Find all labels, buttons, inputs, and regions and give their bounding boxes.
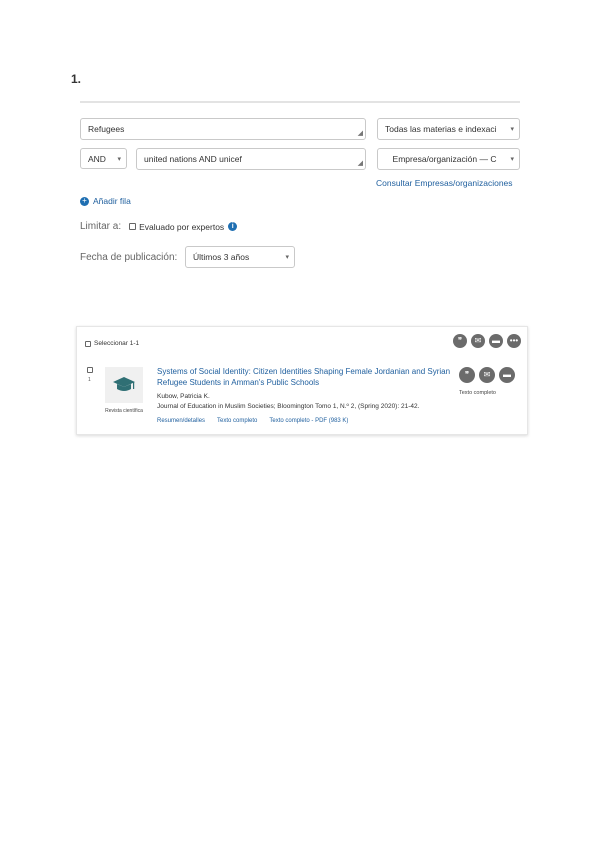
- results-toolbar: ❞ ✉ ▬ •••: [453, 334, 521, 348]
- search-field-value-2: Empresa/organización — C: [392, 154, 497, 164]
- step-number: 1.: [71, 72, 82, 86]
- full-text-label: Texto completo: [459, 390, 496, 396]
- search-term-value-1: Refugees: [88, 124, 125, 134]
- publication-date-value: Últimos 3 años: [193, 252, 250, 262]
- search-field-select-1[interactable]: Todas las materias e indexaci ▾: [377, 118, 520, 140]
- email-icon[interactable]: ✉: [479, 367, 495, 383]
- quote-icon[interactable]: ❞: [459, 367, 475, 383]
- select-all-label: Seleccionar 1-1: [94, 340, 140, 347]
- publication-date-label: Fecha de publicación:: [80, 252, 178, 263]
- save-icon[interactable]: ▬: [489, 334, 503, 348]
- resize-grip-icon: ◢: [357, 130, 363, 137]
- result-actions: ❞ ✉ ▬: [459, 367, 515, 383]
- quote-icon[interactable]: ❞: [453, 334, 467, 348]
- limit-label: Limitar a:: [80, 221, 122, 232]
- consult-organizations-link[interactable]: Consultar Empresas/organizaciones: [376, 178, 513, 188]
- abstract-details-link[interactable]: Resumen/detalles: [157, 418, 205, 424]
- result-title-link[interactable]: Systems of Social Identity: Citizen Iden…: [157, 366, 457, 388]
- peer-reviewed-label[interactable]: Evaluado por expertos: [139, 222, 224, 232]
- info-icon[interactable]: i: [228, 222, 238, 231]
- full-text-link[interactable]: Texto completo: [217, 418, 257, 424]
- plus-circle-icon: +: [80, 196, 89, 206]
- chevron-down-icon: ▾: [285, 254, 289, 261]
- search-field-value-1: Todas las materias e indexaci: [385, 124, 497, 134]
- publication-date-select[interactable]: Últimos 3 años ▾: [185, 246, 295, 268]
- result-links: Resumen/detalles Texto completo Texto co…: [157, 418, 348, 424]
- full-text-pdf-link[interactable]: Texto completo - PDF (983 K): [269, 418, 348, 424]
- chevron-down-icon: ▾: [510, 156, 514, 163]
- search-term-input-1[interactable]: Refugees ◢: [80, 118, 366, 140]
- result-index: 1: [88, 377, 91, 383]
- resize-grip-icon: ◢: [357, 160, 363, 167]
- save-icon[interactable]: ▬: [499, 367, 515, 383]
- result-author: Kubow, Patricia K.: [157, 393, 210, 400]
- add-row-button[interactable]: + Añadir fila: [80, 196, 131, 206]
- email-icon[interactable]: ✉: [471, 334, 485, 348]
- select-all-checkbox[interactable]: [85, 340, 91, 347]
- limit-row: Limitar a: Evaluado por expertos i: [80, 221, 238, 232]
- chevron-down-icon: ▾: [117, 155, 121, 163]
- peer-reviewed-checkbox[interactable]: [129, 223, 137, 230]
- divider: [80, 101, 520, 103]
- boolean-operator-select[interactable]: AND ▾: [80, 148, 127, 169]
- results-card: Seleccionar 1-1 ❞ ✉ ▬ ••• 1 Revista cien…: [76, 326, 528, 435]
- document-type-thumbnail[interactable]: [105, 367, 143, 403]
- search-field-select-2[interactable]: Empresa/organización — C ▾: [377, 148, 520, 170]
- add-row-label: Añadir fila: [93, 196, 131, 206]
- result-select-checkbox[interactable]: [87, 367, 93, 373]
- chevron-down-icon: ▾: [510, 126, 514, 133]
- select-all-control[interactable]: Seleccionar 1-1: [85, 340, 139, 347]
- result-source: Journal of Education in Muslim Societies…: [157, 403, 420, 410]
- more-icon[interactable]: •••: [507, 334, 521, 348]
- search-term-input-2[interactable]: united nations AND unicef ◢: [136, 148, 366, 170]
- document-type-label: Revista científica: [105, 408, 143, 414]
- search-term-value-2: united nations AND unicef: [144, 154, 242, 164]
- result-checkbox[interactable]: [87, 367, 93, 373]
- graduation-cap-icon: [113, 377, 135, 391]
- boolean-operator-value: AND: [88, 153, 106, 164]
